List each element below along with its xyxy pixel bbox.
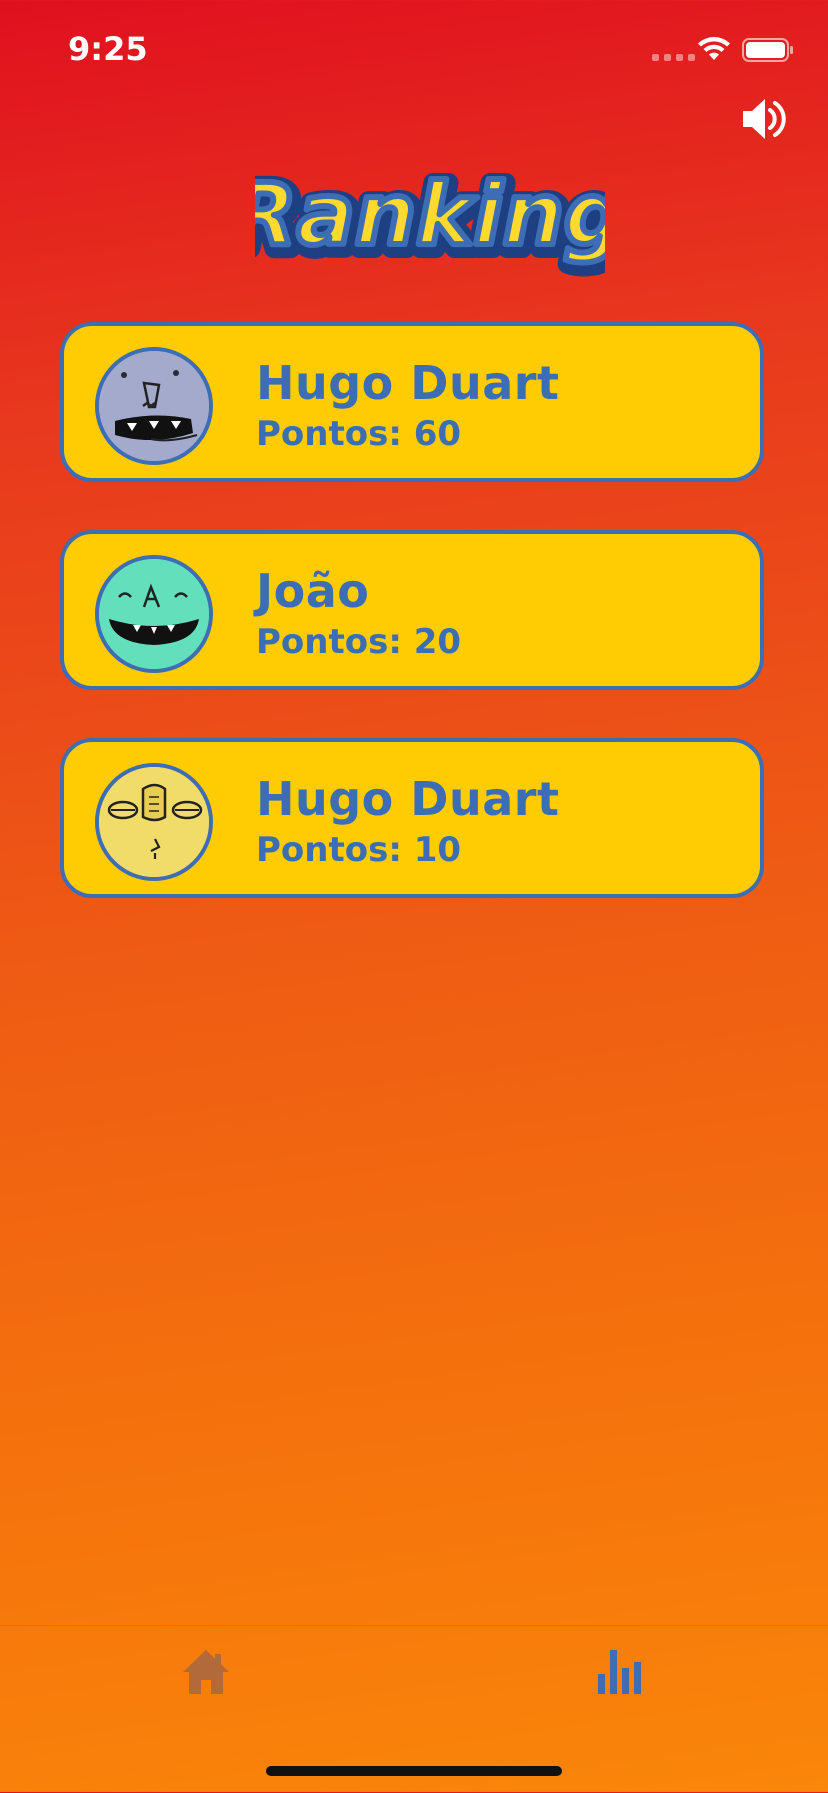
player-points: Pontos: 20 <box>256 622 462 662</box>
tab-home[interactable] <box>181 1648 231 1701</box>
player-points: Pontos: 10 <box>256 830 462 870</box>
player-points: Pontos: 60 <box>256 414 462 454</box>
ranking-card[interactable]: Hugo Duart Pontos: 10 <box>60 738 764 898</box>
home-indicator <box>266 1766 562 1776</box>
ranking-card[interactable]: Hugo Duart Pontos: 60 <box>60 322 764 482</box>
sound-toggle-button[interactable] <box>740 94 790 149</box>
wifi-icon <box>697 36 731 67</box>
ranking-card[interactable]: João Pontos: 20 <box>60 530 764 690</box>
status-time: 9:25 <box>68 30 148 68</box>
gray-monster-avatar <box>95 347 213 465</box>
bar-chart-icon <box>598 1650 641 1694</box>
player-name: João <box>256 564 370 618</box>
player-name: Hugo Duart <box>256 356 560 410</box>
green-monster-avatar <box>95 555 213 673</box>
yellow-monster-avatar <box>95 763 213 881</box>
player-name: Hugo Duart <box>256 772 560 826</box>
svg-text:Ranking: Ranking <box>255 165 605 265</box>
cellular-signal-icon <box>652 54 695 61</box>
ranking-logo: Ranking Ranking <box>223 148 638 298</box>
home-icon <box>183 1650 229 1694</box>
tab-ranking[interactable] <box>596 1648 644 1701</box>
speaker-icon <box>743 99 786 139</box>
battery-icon <box>742 38 794 67</box>
